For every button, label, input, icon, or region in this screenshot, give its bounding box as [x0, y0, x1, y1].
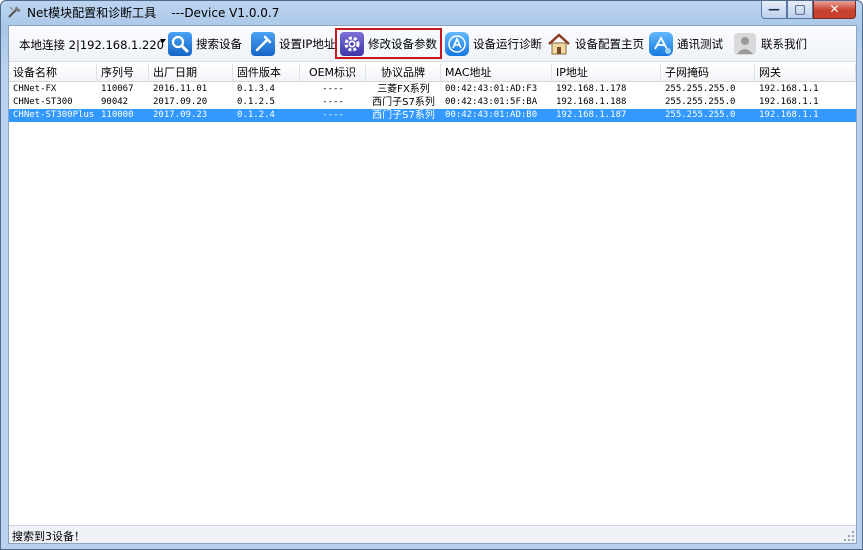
cell-protocol: 西门子S7系列 [372, 97, 435, 108]
cell-device-name: CHNet-ST300Plus [13, 110, 95, 120]
contact-icon [733, 32, 757, 56]
cell-protocol: 三菱FX系列 [377, 84, 430, 95]
gear-icon [340, 31, 364, 56]
connection-select[interactable]: 本地连接 2|192.168.1.220 [13, 33, 168, 55]
minimize-icon: — [768, 2, 780, 16]
modify-params-label: 修改设备参数 [368, 36, 437, 51]
col-header-mac[interactable]: MAC地址 [441, 64, 552, 82]
table-row[interactable]: CHNet-FX 110067 2016.11.01 0.1.3.4 ---- … [9, 83, 856, 96]
col-header-serial[interactable]: 序列号 [97, 64, 149, 82]
cell-subnet: 255.255.255.0 [665, 84, 736, 94]
toolbar: 本地连接 2|192.168.1.220 搜索设备 设置IP地址 修改设备参数 … [9, 26, 856, 62]
cell-oem: ---- [322, 110, 344, 120]
contact-us-button[interactable]: 联系我们 [733, 29, 807, 58]
cell-mac: 00:42:43:01:5F:BA [445, 97, 538, 107]
comm-test-label: 通讯测试 [677, 36, 723, 51]
chevron-down-icon [160, 39, 166, 43]
close-button[interactable]: ✕ [813, 1, 856, 19]
cell-oem: ---- [322, 84, 344, 94]
app-icon [8, 6, 21, 18]
set-ip-button[interactable]: 设置IP地址 [251, 29, 335, 58]
cell-date: 2017.09.20 [153, 97, 208, 107]
cell-device-name: CHNet-ST300 [13, 97, 73, 107]
comm-test-icon [649, 31, 673, 56]
app-window: Net模块配置和诊断工具 ---Device V1.0.0.7 — □ ✕ 本地… [0, 0, 863, 550]
cell-firmware: 0.1.2.4 [237, 110, 275, 120]
search-icon [168, 31, 192, 56]
status-bar: 搜索到3设备！ [9, 525, 856, 543]
cell-firmware: 0.1.3.4 [237, 84, 275, 94]
cell-gateway: 192.168.1.1 [759, 97, 819, 107]
contact-us-label: 联系我们 [761, 36, 807, 51]
maximize-icon: □ [794, 2, 806, 16]
cell-serial: 90042 [101, 97, 129, 107]
client-area: 本地连接 2|192.168.1.220 搜索设备 设置IP地址 修改设备参数 … [8, 25, 857, 544]
cell-serial: 110067 [101, 84, 134, 94]
run-diagnose-label: 设备运行诊断 [473, 36, 542, 51]
col-header-device-name[interactable]: 设备名称 [9, 64, 97, 82]
set-ip-label: 设置IP地址 [279, 36, 336, 51]
col-header-ip[interactable]: IP地址 [552, 64, 661, 82]
cell-gateway: 192.168.1.1 [759, 110, 819, 120]
status-text: 搜索到3设备！ [12, 530, 85, 543]
col-header-firmware[interactable]: 固件版本 [233, 64, 300, 82]
config-home-label: 设备配置主页 [575, 36, 644, 51]
cell-serial: 110000 [101, 110, 134, 120]
cell-device-name: CHNet-FX [13, 84, 57, 94]
search-device-button[interactable]: 搜索设备 [168, 29, 242, 58]
cell-firmware: 0.1.2.5 [237, 97, 275, 107]
title-bar[interactable]: Net模块配置和诊断工具 ---Device V1.0.0.7 — □ ✕ [1, 1, 862, 23]
diagnose-icon [445, 31, 469, 56]
cell-ip: 192.168.1.188 [556, 97, 627, 107]
connection-select-value: 本地连接 2|192.168.1.220 [19, 38, 164, 52]
close-icon: ✕ [829, 2, 840, 16]
minimize-button[interactable]: — [761, 1, 787, 19]
config-home-button[interactable]: 设备配置主页 [547, 29, 644, 58]
maximize-button[interactable]: □ [787, 1, 813, 19]
cell-mac: 00:42:43:01:AD:B0 [445, 110, 538, 120]
resize-grip-icon[interactable] [843, 530, 855, 542]
window-title: Net模块配置和诊断工具 ---Device V1.0.0.7 [27, 6, 280, 20]
cell-mac: 00:42:43:01:AD:F3 [445, 84, 538, 94]
cell-protocol: 西门子S7系列 [372, 110, 435, 121]
cell-subnet: 255.255.255.0 [665, 97, 736, 107]
col-header-oem[interactable]: OEM标识 [300, 64, 366, 82]
cell-date: 2017.09.23 [153, 110, 208, 120]
col-header-subnet[interactable]: 子网掩码 [661, 64, 755, 82]
cell-oem: ---- [322, 97, 344, 107]
col-header-protocol[interactable]: 协议品牌 [366, 64, 441, 82]
cell-ip: 192.168.1.178 [556, 84, 627, 94]
col-header-date[interactable]: 出厂日期 [149, 64, 233, 82]
run-diagnose-button[interactable]: 设备运行诊断 [445, 29, 542, 58]
cell-date: 2016.11.01 [153, 84, 208, 94]
table-row[interactable]: CHNet-ST300 90042 2017.09.20 0.1.2.5 ---… [9, 96, 856, 109]
comm-test-button[interactable]: 通讯测试 [649, 29, 723, 58]
cell-ip: 192.168.1.187 [556, 110, 627, 120]
table-header: 设备名称 序列号 出厂日期 固件版本 OEM标识 协议品牌 MAC地址 IP地址… [9, 64, 856, 82]
col-header-gateway[interactable]: 网关 [755, 64, 856, 82]
modify-params-button[interactable]: 修改设备参数 [335, 28, 442, 59]
table-row-selected[interactable]: CHNet-ST300Plus 110000 2017.09.23 0.1.2.… [9, 109, 856, 122]
ip-settings-icon [251, 31, 275, 56]
cell-subnet: 255.255.255.0 [665, 110, 736, 120]
cell-gateway: 192.168.1.1 [759, 84, 819, 94]
search-device-label: 搜索设备 [196, 36, 242, 51]
home-icon [547, 32, 571, 56]
